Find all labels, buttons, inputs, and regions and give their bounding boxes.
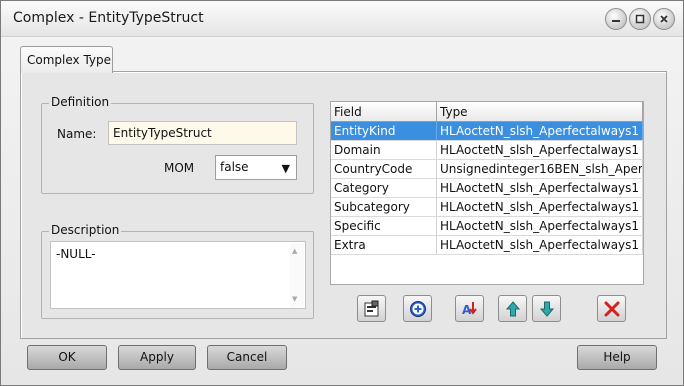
move-down-button[interactable] bbox=[532, 295, 561, 322]
field-cell: Extra bbox=[331, 236, 437, 254]
close-icon bbox=[660, 15, 668, 23]
table-row[interactable]: Category HLAoctetN_slsh_Aperfectalways1 bbox=[331, 179, 643, 198]
column-header-field[interactable]: Field bbox=[331, 102, 437, 121]
add-field-button[interactable] bbox=[403, 295, 432, 322]
field-cell: CountryCode bbox=[331, 160, 437, 178]
definition-legend: Definition bbox=[49, 95, 112, 109]
type-cell: HLAoctetN_slsh_Aperfectalways1 bbox=[437, 236, 643, 254]
field-cell: Category bbox=[331, 179, 437, 197]
description-legend: Description bbox=[49, 223, 122, 237]
maximize-icon bbox=[635, 14, 645, 24]
delete-icon bbox=[604, 301, 619, 316]
tab-complex-type[interactable]: Complex Type bbox=[20, 46, 113, 73]
move-up-icon bbox=[505, 300, 520, 316]
minimize-icon bbox=[612, 20, 620, 22]
help-button[interactable]: Help bbox=[577, 345, 657, 370]
add-icon bbox=[409, 300, 426, 317]
properties-icon bbox=[364, 300, 378, 316]
table-row[interactable]: Domain HLAoctetN_slsh_Aperfectalways1 bbox=[331, 141, 643, 160]
properties-button[interactable] bbox=[357, 295, 386, 322]
scroll-down-icon[interactable]: ▼ bbox=[292, 295, 297, 303]
type-cell: HLAoctetN_slsh_Aperfectalways1 bbox=[437, 141, 643, 159]
table-row[interactable]: CountryCode Unsignedinteger16BEN_slsh_Ap… bbox=[331, 160, 643, 179]
mom-select[interactable]: false ▼ bbox=[215, 155, 297, 180]
mom-select-value: false bbox=[220, 160, 249, 174]
table-row[interactable]: Specific HLAoctetN_slsh_Aperfectalways1 bbox=[331, 217, 643, 236]
dropdown-arrow-icon: ▼ bbox=[281, 162, 290, 175]
field-cell: EntityKind bbox=[331, 122, 437, 140]
description-text: -NULL- bbox=[56, 247, 96, 261]
title-bar[interactable]: Complex - EntityTypeStruct bbox=[1, 1, 683, 37]
type-cell: HLAoctetN_slsh_Aperfectalways1 bbox=[437, 179, 643, 197]
edit-type-button[interactable]: A bbox=[455, 295, 484, 322]
table-row[interactable]: Extra HLAoctetN_slsh_Aperfectalways1 bbox=[331, 236, 643, 255]
field-cell: Domain bbox=[331, 141, 437, 159]
field-cell: Subcategory bbox=[331, 198, 437, 216]
mom-label: MOM bbox=[164, 161, 195, 175]
scroll-up-icon[interactable]: ▲ bbox=[292, 247, 297, 255]
table-row[interactable]: Subcategory HLAoctetN_slsh_Aperfectalway… bbox=[331, 198, 643, 217]
move-down-icon bbox=[539, 301, 554, 317]
type-cell: HLAoctetN_slsh_Aperfectalways1 bbox=[437, 217, 643, 235]
type-cell: HLAoctetN_slsh_Aperfectalways1 bbox=[437, 198, 643, 216]
table-row[interactable]: EntityKind HLAoctetN_slsh_Aperfectalways… bbox=[331, 122, 643, 141]
description-scrollbar[interactable]: ▲ ▼ bbox=[290, 243, 304, 307]
definition-group: Definition bbox=[41, 95, 314, 194]
apply-button[interactable]: Apply bbox=[118, 345, 196, 370]
close-button[interactable] bbox=[653, 8, 675, 30]
table-header: Field Type bbox=[331, 102, 643, 122]
type-cell: Unsignedinteger16BEN_slsh_Aperfe bbox=[437, 160, 643, 178]
cancel-button[interactable]: Cancel bbox=[207, 345, 287, 370]
field-cell: Specific bbox=[331, 217, 437, 235]
move-up-button[interactable] bbox=[498, 295, 527, 322]
dialog-window: Complex - EntityTypeStruct Complex Type … bbox=[0, 0, 684, 386]
window-controls bbox=[605, 8, 675, 30]
type-cell: HLAoctetN_slsh_Aperfectalways1 bbox=[437, 122, 643, 140]
edit-type-icon: A bbox=[462, 301, 477, 317]
minimize-button[interactable] bbox=[605, 8, 627, 30]
column-header-type[interactable]: Type bbox=[437, 102, 643, 121]
maximize-button[interactable] bbox=[629, 8, 651, 30]
delete-field-button[interactable] bbox=[597, 295, 626, 322]
window-title: Complex - EntityTypeStruct bbox=[13, 10, 204, 26]
ok-button[interactable]: OK bbox=[27, 345, 107, 370]
name-field[interactable]: EntityTypeStruct bbox=[108, 121, 297, 145]
name-label: Name: bbox=[57, 127, 97, 141]
description-textarea[interactable]: -NULL- ▲ ▼ bbox=[50, 241, 306, 309]
fields-table: Field Type EntityKind HLAoctetN_slsh_Ape… bbox=[330, 101, 644, 285]
